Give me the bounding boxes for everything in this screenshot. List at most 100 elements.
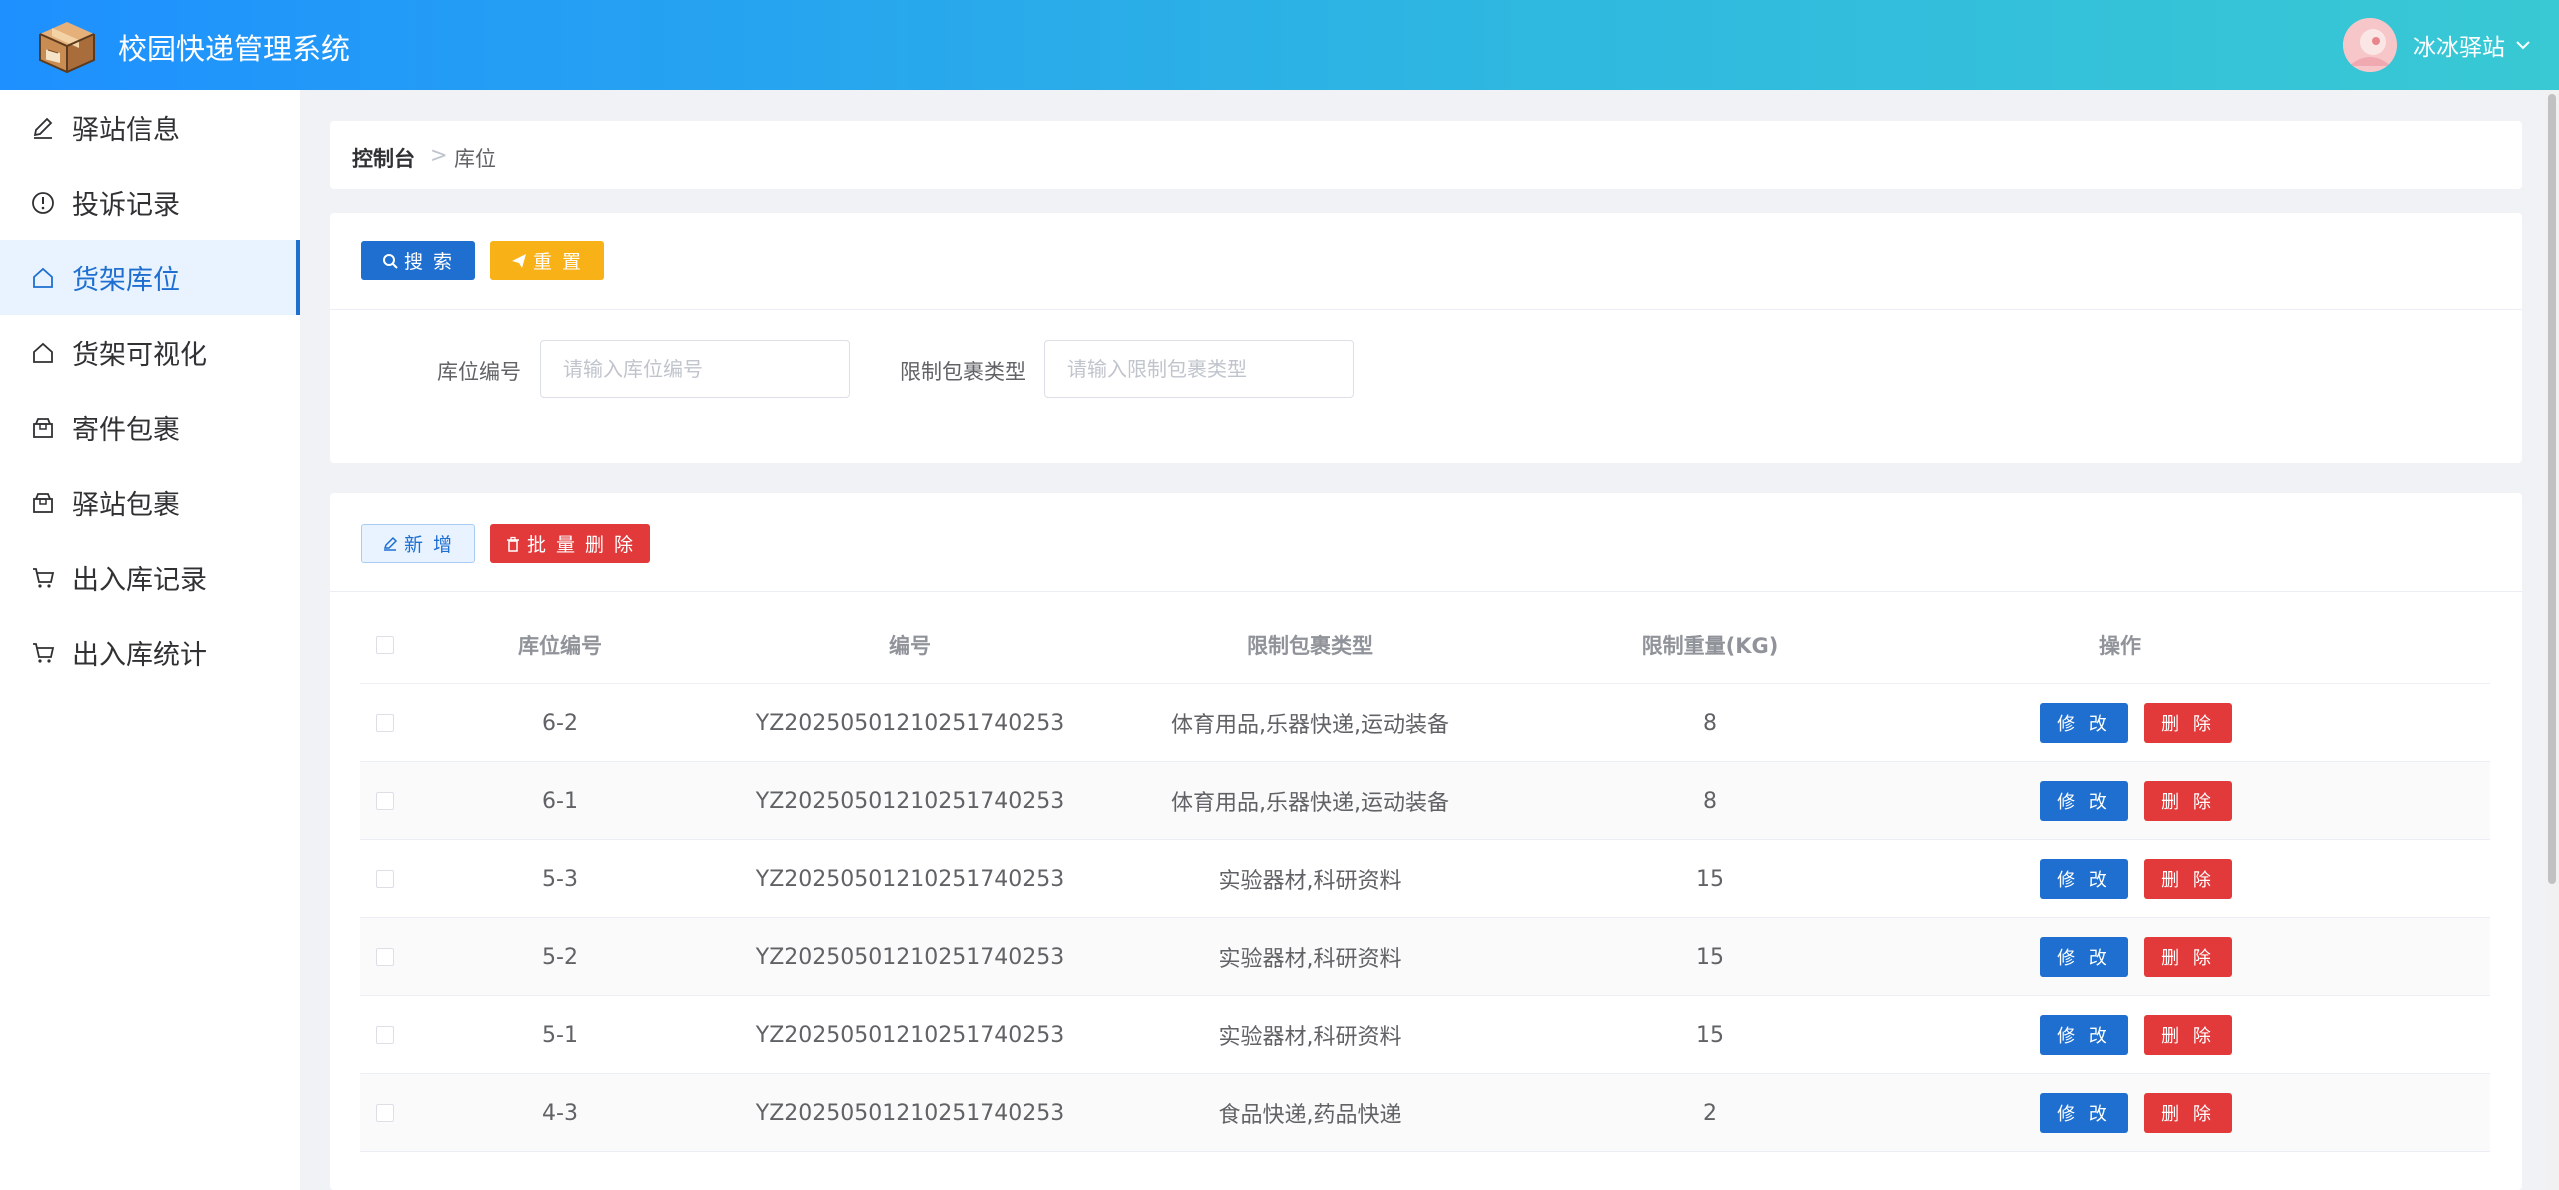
code-cell: YZ20250501210251740253 (755, 866, 1065, 892)
code-cell: YZ20250501210251740253 (755, 788, 1065, 814)
row-checkbox[interactable] (376, 1026, 394, 1044)
divider (330, 591, 2522, 592)
edit-icon (30, 115, 56, 141)
edit-button[interactable]: 修 改 (2040, 703, 2128, 743)
row-checkbox[interactable] (376, 948, 394, 966)
user-name[interactable]: 冰冰驿站 (2413, 28, 2505, 62)
delete-button[interactable]: 删 除 (2144, 937, 2232, 977)
column-header[interactable]: 限制包裹类型 (1110, 606, 1510, 684)
page-scrollbar[interactable] (2545, 90, 2559, 1190)
edit-button[interactable]: 修 改 (2040, 859, 2128, 899)
row-checkbox[interactable] (376, 870, 394, 888)
sidebar-item-station-packages[interactable]: 驿站包裹 (0, 465, 300, 540)
column-header[interactable]: 库位编号 (410, 606, 710, 684)
select-all-cell (360, 606, 410, 684)
scrollbar-thumb[interactable] (2548, 94, 2556, 884)
edit-button[interactable]: 修 改 (2040, 937, 2128, 977)
cart-icon (30, 565, 56, 591)
types-cell: 食品快递,药品快递 (1218, 1103, 1402, 1128)
row-select-cell (360, 1074, 410, 1152)
breadcrumb-separator: > (430, 143, 448, 167)
row-select-cell (360, 762, 410, 840)
delete-button[interactable]: 删 除 (2144, 859, 2232, 899)
batch-delete-button[interactable]: 批 量 删 除 (490, 524, 650, 563)
avatar[interactable] (2343, 18, 2397, 72)
package-logo-icon (39, 22, 95, 74)
sidebar-item-send-packages[interactable]: 寄件包裹 (0, 390, 300, 465)
limit-type-input[interactable] (1044, 340, 1354, 398)
sidebar-item-complaints[interactable]: 投诉记录 (0, 165, 300, 240)
sidebar-item-inout-stats[interactable]: 出入库统计 (0, 615, 300, 690)
send-icon (511, 253, 526, 268)
breadcrumb: 控制台 > 库位 (330, 121, 2522, 189)
table-row: 6-2 YZ20250501210251740253 体育用品,乐器快递,运动装备 8… (360, 684, 2490, 762)
weight-cell: 8 (1703, 710, 1717, 736)
delete-button[interactable]: 删 除 (2144, 1015, 2232, 1055)
sidebar-item-shelf-slots[interactable]: 货架库位 (0, 240, 300, 315)
package-icon (30, 415, 56, 441)
slot-code-input[interactable] (540, 340, 850, 398)
edit-button[interactable]: 修 改 (2040, 1093, 2128, 1133)
row-select-cell (360, 840, 410, 918)
reset-button[interactable]: 重 置 (490, 241, 604, 280)
row-select-cell (360, 684, 410, 762)
table-row: 5-1 YZ20250501210251740253 实验器材,科研资料 15 修 改删… (360, 996, 2490, 1074)
delete-button[interactable]: 删 除 (2144, 1093, 2232, 1133)
delete-button[interactable]: 删 除 (2144, 781, 2232, 821)
table-header-row: 库位编号 编号 限制包裹类型 限制重量(KG) 操作 (360, 606, 2490, 684)
sidebar-item-label: 驿站包裹 (72, 490, 180, 521)
types-cell: 实验器材,科研资料 (1218, 1025, 1402, 1050)
user-menu[interactable]: 冰冰驿站 (2343, 18, 2531, 72)
sidebar-item-inout-records[interactable]: 出入库记录 (0, 540, 300, 615)
row-checkbox[interactable] (376, 792, 394, 810)
slot-cell: 6-1 (542, 788, 578, 814)
slot-cell: 5-3 (542, 866, 578, 892)
slot-cell: 6-2 (542, 710, 578, 736)
search-icon (382, 253, 398, 269)
warning-icon (30, 190, 56, 216)
edit-button[interactable]: 修 改 (2040, 781, 2128, 821)
weight-cell: 8 (1703, 788, 1717, 814)
limit-type-label: 限制包裹类型 (900, 360, 1026, 384)
code-cell: YZ20250501210251740253 (755, 1022, 1065, 1048)
row-checkbox[interactable] (376, 1104, 394, 1122)
search-button[interactable]: 搜 索 (361, 241, 475, 280)
select-all-checkbox[interactable] (376, 636, 394, 654)
slot-code-label: 库位编号 (437, 360, 521, 384)
add-button-label: 新 增 (403, 534, 455, 556)
house-icon (30, 265, 56, 291)
table-panel: 新 增 批 量 删 除 库位编号 编号 限制包裹类型 限制重量(KG) 操作 6… (330, 493, 2522, 1190)
search-panel: 搜 索 重 置 库位编号 限制包裹类型 (330, 213, 2522, 463)
edit-button[interactable]: 修 改 (2040, 1015, 2128, 1055)
types-cell: 实验器材,科研资料 (1218, 869, 1402, 894)
column-header[interactable]: 限制重量(KG) (1510, 606, 1910, 684)
breadcrumb-current: 库位 (454, 147, 496, 171)
code-cell: YZ20250501210251740253 (755, 1100, 1065, 1126)
chevron-down-icon[interactable] (2515, 37, 2531, 53)
column-header: 操作 (2099, 634, 2141, 658)
package-icon (30, 490, 56, 516)
delete-button[interactable]: 删 除 (2144, 703, 2232, 743)
column-header[interactable]: 编号 (710, 606, 1110, 684)
trash-icon (506, 536, 519, 552)
weight-cell: 15 (1696, 1022, 1724, 1048)
sidebar-item-label: 出入库记录 (72, 565, 207, 596)
table-row: 4-3 YZ20250501210251740253 食品快递,药品快递 2 修 改删 … (360, 1074, 2490, 1152)
sidebar-item-label: 投诉记录 (72, 190, 180, 221)
add-button[interactable]: 新 增 (361, 524, 475, 563)
sidebar: 驿站信息 投诉记录 货架库位 货架可视化 寄件包裹 驿站包裹 出入库记录 出入库… (0, 90, 300, 1190)
sidebar-item-label: 驿站信息 (72, 115, 180, 146)
sidebar-item-shelf-visualization[interactable]: 货架可视化 (0, 315, 300, 390)
batch-delete-button-label: 批 量 删 除 (526, 534, 636, 556)
sidebar-item-label: 货架库位 (72, 265, 180, 296)
row-select-cell (360, 918, 410, 996)
row-checkbox[interactable] (376, 714, 394, 732)
weight-cell: 15 (1696, 866, 1724, 892)
table-row: 5-3 YZ20250501210251740253 实验器材,科研资料 15 修 改删… (360, 840, 2490, 918)
breadcrumb-home[interactable]: 控制台 (352, 143, 415, 173)
code-cell: YZ20250501210251740253 (755, 944, 1065, 970)
types-cell: 体育用品,乐器快递,运动装备 (1171, 713, 1449, 738)
sidebar-item-station-info[interactable]: 驿站信息 (0, 90, 300, 165)
row-select-cell (360, 996, 410, 1074)
weight-cell: 2 (1703, 1100, 1717, 1126)
